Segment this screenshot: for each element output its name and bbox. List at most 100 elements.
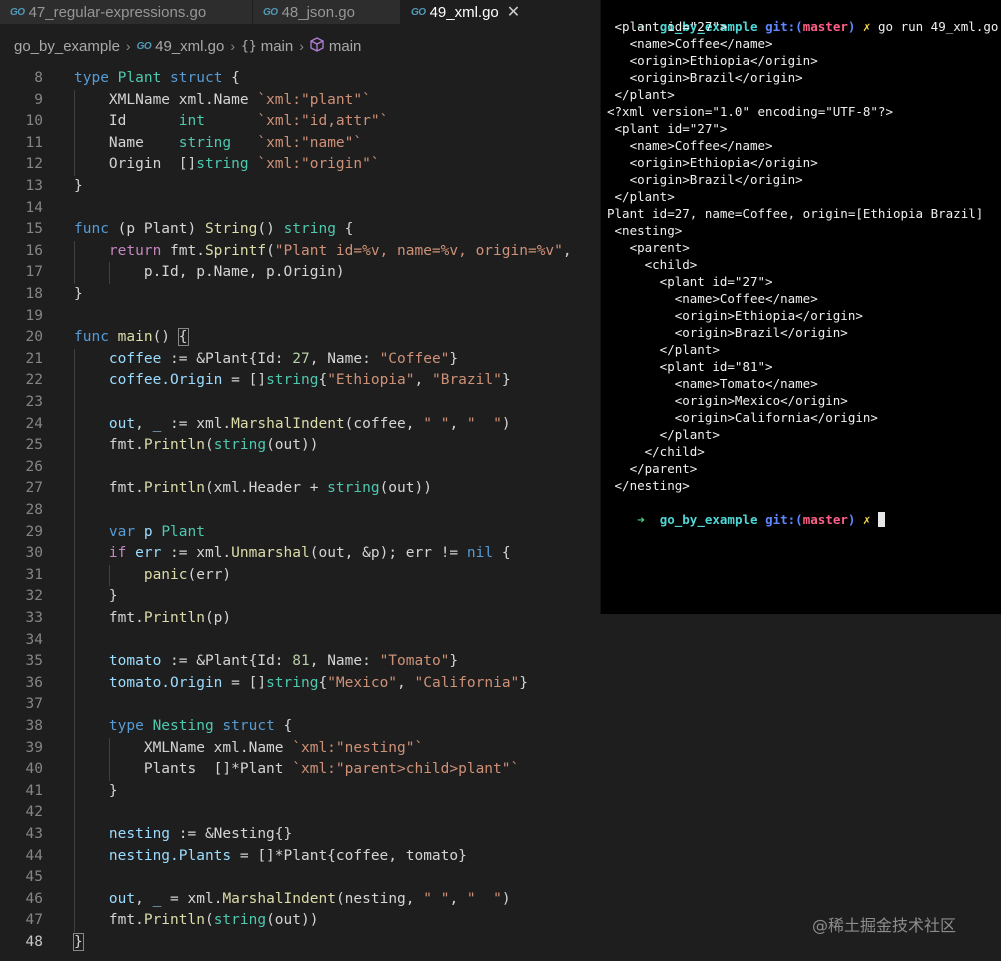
line-number: 41 [25,782,43,799]
code-text: coffee.Origin = []string{"Ethiopia", "Br… [74,370,511,392]
code-token: { [318,372,328,389]
code-token: (out)) [266,912,319,929]
code-token: `xml:"plant"` [257,91,371,108]
terminal-panel[interactable]: ➜ go_by_example git:(master) ✗ go run 49… [600,0,1001,614]
breadcrumb-file[interactable]: 49_xml.go [155,38,224,55]
terminal-output-line: <origin>Brazil</origin> [607,70,803,85]
code-token: p.Id, p.Name, p.Origin) [74,264,345,281]
code-token: fmt. [74,437,144,454]
code-token: out [108,890,136,907]
terminal-output-line: <name>Coffee</name> [607,138,773,153]
go-file-icon: GO [10,6,25,18]
code-token: = []*Plant{coffee, tomato} [231,847,467,864]
code-token: ) [501,415,511,432]
code-token: , [135,415,153,432]
line-number: 18 [25,286,43,302]
code-token: func [74,221,118,238]
breadcrumb-folder[interactable]: go_by_example [14,38,120,55]
code-line: 36 tomato.Origin = []string{"Mexico", "C… [0,673,1001,695]
code-token: Name [74,134,179,151]
code-token: , [135,890,153,907]
code-token: type [74,70,118,86]
code-token: 81 [292,653,310,670]
code-text: } [74,586,118,608]
line-number: 15 [25,221,43,238]
terminal-output-line: <child> [607,257,698,272]
code-token: (nesting, [335,890,424,907]
close-icon[interactable]: ✕ [507,2,520,22]
code-token: MarshalIndent [231,415,345,432]
code-token: main [117,329,153,346]
breadcrumb-symbol-main-function[interactable]: main [329,38,362,55]
code-token: := &Plant{Id: [161,653,293,670]
go-file-icon: GO [136,40,152,52]
terminal-output-line: Plant id=27, name=Coffee, origin=[Ethiop… [607,206,984,221]
line-number: 19 [25,307,43,324]
go-file-icon: GO [263,6,278,18]
code-token: , [449,415,467,432]
code-token: , [449,890,467,907]
code-token: nesting.Plants [108,847,232,864]
code-line: 35 tomato := &Plant{Id: 81, Name: "Tomat… [0,651,1001,673]
breadcrumb-symbol-main[interactable]: main [261,38,294,55]
tab-47-regular-expressions[interactable]: GO 47_regular-expressions.go [0,0,253,24]
line-number: 46 [25,890,43,907]
code-token: Println [143,437,205,454]
code-token: int [178,113,205,130]
line-number: 31 [25,566,43,583]
code-token: " " [423,415,450,432]
code-text: Plants []*Plant `xml:"parent>child>plant… [74,759,519,781]
code-token: string [283,221,336,238]
tab-48-json[interactable]: GO 48_json.go [253,0,401,24]
prompt-git-label: git:( [765,19,803,34]
code-token: () [257,221,284,238]
code-text: tomato := &Plant{Id: 81, Name: "Tomato"} [74,651,458,673]
function-icon: {} [241,38,257,54]
code-text: } [73,932,84,954]
tab-label: 47_regular-expressions.go [28,3,207,21]
code-token: Id [74,113,179,130]
tab-49-xml[interactable]: GO 49_xml.go ✕ [401,0,601,24]
code-token: Println [143,480,205,497]
code-text: XMLName xml.Name `xml:"plant"` [74,90,371,112]
code-text: if err := xml.Unmarshal(out, &p); err !=… [74,543,511,565]
code-token: ( [266,242,275,259]
watermark: @稀土掘金技术社区 [812,916,957,935]
code-token: := &Plant{Id: [161,350,293,367]
terminal-output-line: <name>Coffee</name> [607,291,818,306]
prompt-git-close: ) [847,19,856,34]
terminal-output-line: </nesting> [607,478,690,493]
code-token: } [519,674,529,691]
code-token: fmt. [74,610,144,626]
code-token: coffee.Origin [108,372,223,389]
code-token: (p) [204,610,232,626]
line-number: 35 [25,653,43,670]
code-text: Name string `xml:"name"` [74,133,362,155]
terminal-output-line: <parent> [607,240,690,255]
code-text: tomato.Origin = []string{"Mexico", "Cali… [74,673,528,695]
code-token: Origin [] [74,156,197,173]
code-token: } [501,372,511,389]
terminal-output-line: <plant id="27"> [607,274,773,289]
line-number: 10 [25,113,43,130]
terminal-output-line: </plant> [607,342,720,357]
code-token: , [397,674,415,691]
code-token: "California" [414,674,520,691]
code-token: return [108,242,171,259]
line-number: 40 [25,761,43,778]
code-token: (coffee, [344,415,424,432]
code-token: panic [143,566,188,583]
code-token: type [108,718,153,734]
terminal-output-line: <origin>Ethiopia</origin> [607,155,818,170]
line-number: 36 [25,674,43,691]
code-token: " " [423,890,450,907]
terminal-cursor[interactable] [878,512,885,527]
code-token: out [108,415,136,432]
line-number: 34 [25,631,43,648]
code-token: XMLName xml.Name [74,739,293,756]
code-token: nesting [108,826,171,842]
